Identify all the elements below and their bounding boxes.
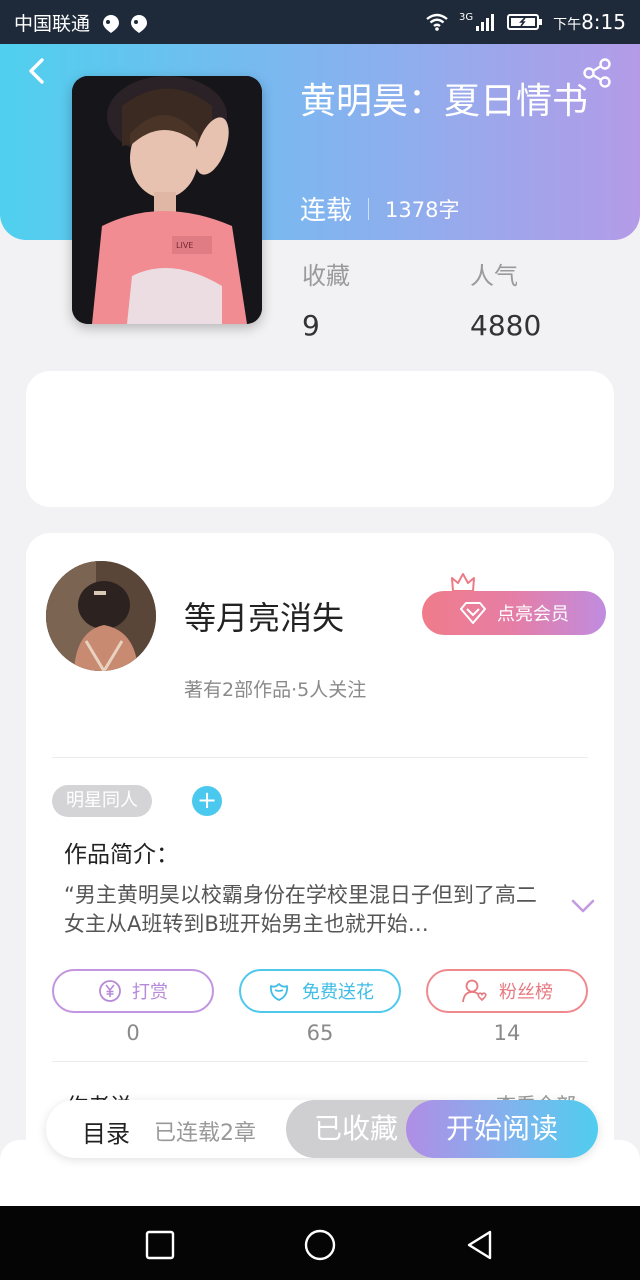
collect-stat: 收藏 9: [302, 256, 350, 342]
flower-count: 65: [306, 1021, 334, 1045]
wifi-icon: [426, 13, 448, 31]
toc-button[interactable]: 目录: [82, 1114, 130, 1149]
back-icon[interactable]: [22, 56, 52, 86]
chapter-count: 已连载2章: [154, 1121, 256, 1146]
send-flower-button[interactable]: 免费送花: [239, 969, 401, 1013]
fans-icon: [462, 979, 487, 1003]
fans-rank-label: 粉丝榜: [499, 982, 553, 1003]
reward-label: 打赏: [132, 982, 168, 1003]
system-nav-bar: [0, 1206, 640, 1280]
vip-button-label: 点亮会员: [497, 604, 569, 625]
genre-tag[interactable]: 明星同人: [52, 785, 152, 817]
diamond-icon: [460, 602, 486, 624]
word-count: 1378字: [385, 197, 460, 222]
divider: [52, 757, 588, 758]
fans-count: 14: [493, 1021, 521, 1045]
reward-count: 0: [126, 1021, 140, 1045]
recent-apps-icon[interactable]: [143, 1228, 177, 1262]
time-prefix: 下午: [553, 17, 582, 33]
popularity-stat: 人气 4880: [470, 256, 541, 342]
author-avatar[interactable]: [46, 561, 156, 671]
book-title: 黄明昊：夏日情书: [300, 81, 589, 122]
chevron-down-icon[interactable]: [570, 897, 596, 915]
home-icon[interactable]: [303, 1228, 337, 1262]
notification-icon: [100, 13, 120, 33]
intro-title: 作品简介：: [64, 842, 179, 868]
signal-icon: [476, 14, 495, 31]
nav-back-icon[interactable]: [463, 1228, 497, 1262]
vip-button[interactable]: 点亮会员: [422, 591, 606, 635]
add-tag-button[interactable]: +: [192, 786, 222, 816]
serial-status: 连载: [300, 196, 353, 226]
author-info: 著有2部作品·5人关注: [184, 679, 367, 701]
reward-button[interactable]: 打赏: [52, 969, 214, 1013]
svg-text:LIVE: LIVE: [176, 241, 193, 250]
popularity-label: 人气: [470, 262, 518, 290]
start-reading-button[interactable]: 开始阅读: [406, 1100, 598, 1158]
clock: 8:15: [581, 10, 626, 34]
network-type: 3G: [458, 11, 474, 23]
collect-label: 收藏: [302, 262, 350, 290]
notification-icon: [128, 13, 148, 33]
meta-divider: [368, 197, 370, 220]
flower-icon: [270, 983, 288, 1001]
bottom-toolbar: 目录 已连载2章 已收藏 开始阅读: [46, 1100, 598, 1158]
carrier-name: 中国联通: [14, 12, 91, 35]
intro-text: “男主黄明昊以校霸身份在学校里混日子但到了高二女主从A班转到B班开始男主也就开始…: [64, 883, 537, 936]
send-flower-label: 免费送花: [302, 982, 374, 1003]
empty-card: [26, 371, 614, 507]
book-meta: 连载 1378字: [300, 190, 459, 227]
book-cover[interactable]: LIVE: [72, 76, 262, 324]
divider: [52, 1061, 588, 1062]
collect-value: 9: [302, 309, 320, 342]
fans-rank-button[interactable]: 粉丝榜: [426, 969, 588, 1013]
yen-circle-icon: [99, 980, 121, 1002]
battery-icon: [507, 14, 543, 30]
status-bar: 中国联通 3G 下午8:15: [0, 0, 640, 44]
author-name[interactable]: 等月亮消失: [184, 593, 344, 639]
popularity-value: 4880: [470, 309, 542, 342]
